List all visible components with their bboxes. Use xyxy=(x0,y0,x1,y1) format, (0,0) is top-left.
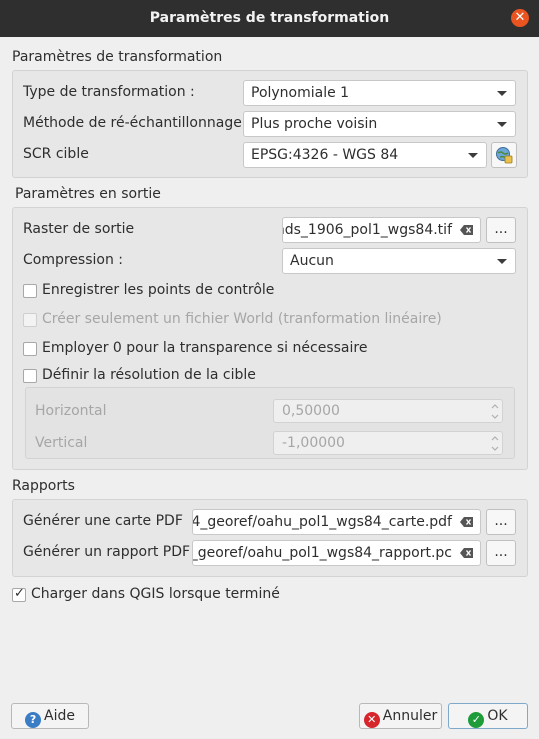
spin-down-icon[interactable] xyxy=(490,444,500,453)
ok-button-label: OK xyxy=(487,708,508,724)
checkmark-icon: ✓ xyxy=(14,586,25,601)
save-gcp-checkbox[interactable] xyxy=(23,284,37,298)
horizontal-spinbox[interactable]: 0,50000 xyxy=(273,399,503,423)
pdf-report-value: 4_georef/oahu_pol1_wgs84_rapport.pc xyxy=(192,545,452,561)
pdf-report-field[interactable]: 4_georef/oahu_pol1_wgs84_rapport.pc xyxy=(192,540,481,566)
resample-select[interactable]: Plus proche voisin xyxy=(243,111,516,137)
raster-output-value: nds_1906_pol1_wgs84.tif xyxy=(282,222,452,238)
title-bar: Paramètres de transformation ✕ xyxy=(0,0,539,37)
raster-output-field[interactable]: nds_1906_pol1_wgs84.tif xyxy=(282,217,481,243)
load-in-qgis-checkbox[interactable]: ✓ xyxy=(12,586,26,602)
transform-type-select[interactable]: Polynomiale 1 xyxy=(243,80,516,106)
save-gcp-label: Enregistrer les points de contrôle xyxy=(42,282,275,298)
horizontal-value: 0,50000 xyxy=(282,403,340,419)
crs-label: SCR cible xyxy=(23,146,89,162)
crs-select[interactable]: EPSG:4326 - WGS 84 xyxy=(243,142,487,168)
pdf-report-browse-button[interactable]: ... xyxy=(486,540,516,566)
compression-label: Compression : xyxy=(23,252,124,268)
pdf-map-browse-button[interactable]: ... xyxy=(486,509,516,535)
compression-select[interactable]: Aucun xyxy=(282,248,516,274)
transform-type-label: Type de transformation : xyxy=(23,84,195,100)
spin-up-icon[interactable] xyxy=(490,402,500,411)
globe-icon xyxy=(496,147,513,164)
raster-output-label: Raster de sortie xyxy=(23,221,135,237)
set-resolution-label: Définir la résolution de la cible xyxy=(42,367,256,383)
zero-transparency-label: Employer 0 pour la transparence si néces… xyxy=(42,340,368,356)
vertical-spinbox[interactable]: -1,00000 xyxy=(273,431,503,455)
reports-heading: Rapports xyxy=(12,478,75,494)
pdf-map-value: 4_georef/oahu_pol1_wgs84_carte.pdf xyxy=(192,514,452,530)
world-file-checkbox[interactable] xyxy=(23,313,37,327)
help-button[interactable]: ? Aide xyxy=(11,703,89,729)
horizontal-label: Horizontal xyxy=(35,403,107,419)
compression-value: Aucun xyxy=(290,253,334,269)
resample-label: Méthode de ré-échantillonnage xyxy=(23,115,242,131)
chevron-down-icon xyxy=(497,122,507,127)
pdf-report-label: Générer un rapport PDF xyxy=(23,544,191,560)
pdf-map-field[interactable]: 4_georef/oahu_pol1_wgs84_carte.pdf xyxy=(192,509,481,535)
cancel-icon: ✕ xyxy=(363,712,380,728)
pdf-map-label: Générer une carte PDF xyxy=(23,513,183,529)
close-window-button[interactable]: ✕ xyxy=(511,9,529,27)
clear-icon[interactable] xyxy=(460,547,474,559)
output-heading: Paramètres en sortie xyxy=(15,186,161,202)
window-title: Paramètres de transformation xyxy=(149,10,390,26)
chevron-down-icon xyxy=(497,259,507,264)
cancel-button-label: Annuler xyxy=(382,708,438,724)
chevron-down-icon xyxy=(468,153,478,158)
clear-icon[interactable] xyxy=(460,224,474,236)
transform-heading: Paramètres de transformation xyxy=(12,49,223,65)
spin-up-icon[interactable] xyxy=(490,434,500,443)
crs-value: EPSG:4326 - WGS 84 xyxy=(251,147,399,163)
ok-icon: ✓ xyxy=(468,712,485,728)
load-in-qgis-label: Charger dans QGIS lorsque terminé xyxy=(31,586,280,602)
crs-picker-button[interactable] xyxy=(491,142,517,168)
help-icon: ? xyxy=(25,712,42,728)
vertical-label: Vertical xyxy=(35,435,88,451)
raster-output-browse-button[interactable]: ... xyxy=(486,217,516,243)
world-file-label: Créer seulement un fichier World (tranfo… xyxy=(42,311,442,327)
resample-value: Plus proche voisin xyxy=(251,116,378,132)
spin-down-icon[interactable] xyxy=(490,412,500,421)
transform-type-value: Polynomiale 1 xyxy=(251,85,350,101)
vertical-value: -1,00000 xyxy=(282,435,345,451)
chevron-down-icon xyxy=(497,91,507,96)
clear-icon[interactable] xyxy=(460,516,474,528)
set-resolution-checkbox[interactable] xyxy=(23,369,37,383)
help-button-label: Aide xyxy=(44,708,75,724)
ok-button[interactable]: ✓ OK xyxy=(448,703,528,729)
zero-transparency-checkbox[interactable] xyxy=(23,342,37,356)
cancel-button[interactable]: ✕ Annuler xyxy=(359,703,442,729)
